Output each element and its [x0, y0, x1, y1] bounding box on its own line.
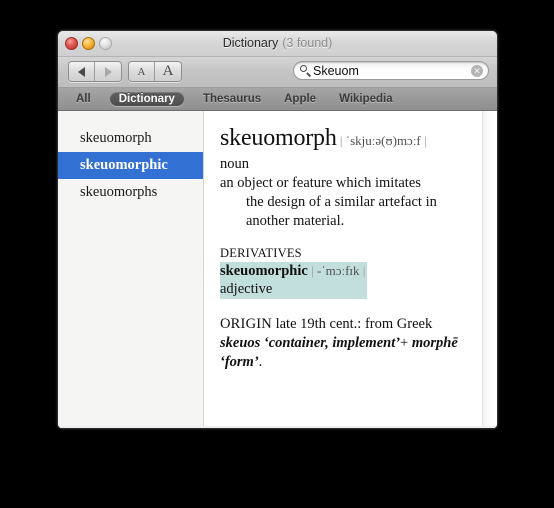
origin-text: late 19th cent.: from Greek — [275, 316, 433, 332]
derivatives-section: DERIVATIVES skeuomorphic | -ˈmɔːfɪk | ad… — [220, 245, 479, 299]
tab-all[interactable]: All — [72, 92, 95, 106]
forward-button[interactable] — [95, 62, 121, 81]
window-bottom-edge — [58, 426, 497, 428]
list-item-selected[interactable]: skeuomorphic — [58, 152, 203, 179]
window-body: skeuomorph skeuomorphic skeuomorphs skeu… — [58, 111, 497, 428]
definition-line-3: another material. — [246, 213, 345, 229]
search-icon — [300, 65, 311, 77]
derivative-entry-line: skeuomorphic | -ˈmɔːfɪk | — [220, 262, 365, 280]
derivative-pronunciation: | -ˈmɔːfɪk | — [307, 263, 366, 278]
search-field[interactable]: Skeuom ✕ — [293, 61, 489, 80]
list-item[interactable]: skeuomorphs — [58, 179, 203, 206]
back-arrow-icon — [78, 66, 85, 77]
navigation-buttons — [68, 61, 122, 82]
derivatives-highlight: skeuomorphic | -ˈmɔːfɪk | adjective — [220, 262, 368, 299]
tab-apple[interactable]: Apple — [280, 92, 320, 106]
vertical-scrollbar[interactable] — [482, 111, 497, 428]
results-sidebar[interactable]: skeuomorph skeuomorphic skeuomorphs — [58, 111, 204, 428]
pronunciation: | ˈskjuːə(ʊ)mɔːf | — [336, 133, 427, 148]
list-item[interactable]: skeuomorph — [58, 125, 203, 152]
definition-line-2: the design of a similar artefact in — [246, 194, 437, 210]
origin-plus: + — [400, 335, 409, 351]
window-title: Dictionary (3 found) — [58, 35, 497, 51]
origin-label: ORIGIN — [220, 316, 272, 332]
origin-greek-1: skeuos ‘container, implement’ — [220, 335, 401, 351]
decrease-text-size-button[interactable]: A — [129, 62, 155, 81]
headword: skeuomorph — [220, 125, 337, 151]
back-button[interactable] — [69, 62, 95, 81]
dictionary-window: Dictionary (3 found) A A Skeuom ✕ All Di… — [57, 30, 498, 429]
window-toolbar: A A Skeuom ✕ — [58, 57, 497, 88]
pronunciation-text: ˈskjuːə(ʊ)mɔːf — [345, 133, 421, 148]
desktop-background: Dictionary (3 found) A A Skeuom ✕ All Di… — [0, 0, 554, 508]
result-count: (3 found) — [282, 36, 333, 50]
large-a-label: A — [162, 63, 174, 79]
dictionary-entry: skeuomorph | ˈskjuːə(ʊ)mɔːf | noun an ob… — [204, 111, 497, 372]
definition-line-1: an object or feature which imitates — [220, 175, 421, 191]
derivative-word: skeuomorphic — [220, 263, 308, 279]
headword-line: skeuomorph | ˈskjuːə(ʊ)mɔːf | — [220, 125, 479, 152]
window-titlebar[interactable]: Dictionary (3 found) — [58, 31, 497, 57]
small-a-label: A — [137, 65, 146, 78]
derivatives-label: DERIVATIVES — [220, 246, 302, 260]
derivative-pronunciation-text: -ˈmɔːfɪk — [316, 263, 360, 278]
tab-thesaurus[interactable]: Thesaurus — [199, 92, 265, 106]
text-size-buttons: A A — [128, 61, 182, 82]
tab-dictionary[interactable]: Dictionary — [109, 92, 184, 106]
forward-arrow-icon — [104, 66, 112, 77]
part-of-speech: noun — [220, 156, 249, 172]
origin-period: . — [258, 354, 263, 370]
increase-text-size-button[interactable]: A — [155, 62, 181, 81]
derivative-part-of-speech: adjective — [220, 281, 273, 297]
definition-text: an object or feature which imitates the … — [220, 174, 452, 231]
tab-wikipedia[interactable]: Wikipedia — [335, 92, 397, 106]
window-title-text: Dictionary — [222, 36, 279, 50]
clear-search-icon[interactable]: ✕ — [471, 64, 483, 77]
source-tab-bar: All Dictionary Thesaurus Apple Wikipedia — [58, 88, 497, 111]
search-input[interactable]: Skeuom — [313, 64, 471, 78]
origin-section: ORIGIN late 19th cent.: from Greek skeuo… — [220, 315, 460, 372]
definition-pane: skeuomorph | ˈskjuːə(ʊ)mɔːf | noun an ob… — [204, 111, 497, 428]
